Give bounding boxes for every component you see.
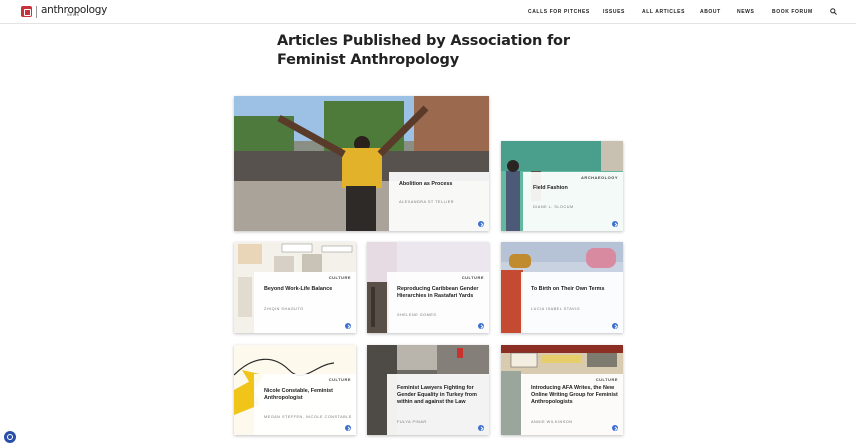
accessibility-icon[interactable] bbox=[4, 431, 16, 443]
article-card-afa-writes[interactable]: CULTURE Introducing AFA Writes, the New … bbox=[501, 345, 623, 435]
article-category[interactable]: CULTURE bbox=[329, 275, 351, 280]
arrow-right-icon[interactable] bbox=[612, 323, 618, 329]
article-panel: CULTURE Nicole Constable, Feminist Anthr… bbox=[254, 374, 356, 435]
article-category[interactable]: CULTURE bbox=[329, 377, 351, 382]
article-card-abolition[interactable]: Abolition as Process ALEXANDRA ST TELLIE… bbox=[234, 96, 489, 231]
article-category[interactable]: CULTURE bbox=[462, 275, 484, 280]
article-card-work-life[interactable]: CULTURE Beyond Work-Life Balance ZHIQIN … bbox=[234, 242, 356, 333]
article-panel: CULTURE Beyond Work-Life Balance ZHIQIN … bbox=[254, 272, 356, 333]
site-logo[interactable]: anthropology bbox=[21, 5, 107, 19]
arrow-right-icon[interactable] bbox=[612, 425, 618, 431]
article-author[interactable]: ANNIE WILKINSON bbox=[531, 420, 572, 424]
article-author[interactable]: DIANE L. SLOCUM bbox=[533, 205, 574, 209]
site-header: anthropology NEWS CALLS FOR PITCHES ISSU… bbox=[0, 0, 856, 24]
arrow-right-icon[interactable] bbox=[345, 323, 351, 329]
logo-divider bbox=[36, 6, 37, 18]
article-title[interactable]: Abolition as Process bbox=[399, 181, 481, 188]
article-title[interactable]: To Birth on Their Own Terms bbox=[531, 286, 613, 293]
article-title[interactable]: Beyond Work-Life Balance bbox=[264, 286, 346, 293]
article-panel: ARCHAEOLOGY Field Fashion DIANE L. SLOCU… bbox=[523, 172, 623, 231]
article-card-caribbean[interactable]: CULTURE Reproducing Caribbean Gender Hie… bbox=[367, 242, 489, 333]
article-category[interactable]: ARCHAEOLOGY bbox=[581, 175, 618, 180]
article-title[interactable]: Field Fashion bbox=[533, 185, 615, 192]
article-card-constable[interactable]: CULTURE Nicole Constable, Feminist Anthr… bbox=[234, 345, 356, 435]
article-card-field-fashion[interactable]: ARCHAEOLOGY Field Fashion DIANE L. SLOCU… bbox=[501, 141, 623, 231]
nav-news[interactable]: NEWS bbox=[737, 9, 754, 15]
article-author[interactable]: ALEXANDRA ST TELLIER bbox=[399, 200, 454, 204]
article-author[interactable]: SHELENE GOMES bbox=[397, 313, 436, 317]
search-icon[interactable] bbox=[830, 8, 837, 15]
article-panel: CULTURE Reproducing Caribbean Gender Hie… bbox=[387, 272, 489, 333]
arrow-right-icon[interactable] bbox=[612, 221, 618, 227]
nav-book-forum[interactable]: BOOK FORUM bbox=[772, 9, 813, 15]
nav-issues[interactable]: ISSUES bbox=[603, 9, 625, 15]
article-title[interactable]: Feminist Lawyers Fighting for Gender Equ… bbox=[397, 385, 485, 407]
article-panel: To Birth on Their Own Terms LUCIA ISABEL… bbox=[521, 272, 623, 333]
article-author[interactable]: FULYA PINAR bbox=[397, 420, 427, 424]
nav-calls-for-pitches[interactable]: CALLS FOR PITCHES bbox=[528, 9, 590, 15]
logo-mark-icon bbox=[21, 6, 32, 17]
logo-subtitle: NEWS bbox=[67, 13, 80, 17]
arrow-right-icon[interactable] bbox=[345, 425, 351, 431]
nav-about[interactable]: ABOUT bbox=[700, 9, 721, 15]
article-panel: CULTURE Introducing AFA Writes, the New … bbox=[521, 374, 623, 435]
article-card-birth[interactable]: To Birth on Their Own Terms LUCIA ISABEL… bbox=[501, 242, 623, 333]
article-title[interactable]: Nicole Constable, Feminist Anthropologis… bbox=[264, 388, 352, 402]
article-card-turkey[interactable]: Feminist Lawyers Fighting for Gender Equ… bbox=[367, 345, 489, 435]
article-panel: Abolition as Process ALEXANDRA ST TELLIE… bbox=[389, 172, 489, 231]
nav-all-articles[interactable]: ALL ARTICLES bbox=[642, 9, 685, 15]
article-title[interactable]: Introducing AFA Writes, the New Online W… bbox=[531, 385, 621, 407]
article-panel: Feminist Lawyers Fighting for Gender Equ… bbox=[387, 374, 489, 435]
arrow-right-icon[interactable] bbox=[478, 425, 484, 431]
article-title[interactable]: Reproducing Caribbean Gender Hierarchies… bbox=[397, 286, 485, 300]
article-category[interactable]: CULTURE bbox=[596, 377, 618, 382]
page-title: Articles Published by Association for Fe… bbox=[277, 33, 570, 68]
article-author[interactable]: MEGAN STEFFEN, NICOLE CONSTABLE bbox=[264, 415, 352, 419]
article-author[interactable]: LUCIA ISABEL STAVIG bbox=[531, 307, 580, 311]
arrow-right-icon[interactable] bbox=[478, 323, 484, 329]
arrow-right-icon[interactable] bbox=[478, 221, 484, 227]
article-author[interactable]: ZHIQIN SHAGUTO bbox=[264, 307, 304, 311]
